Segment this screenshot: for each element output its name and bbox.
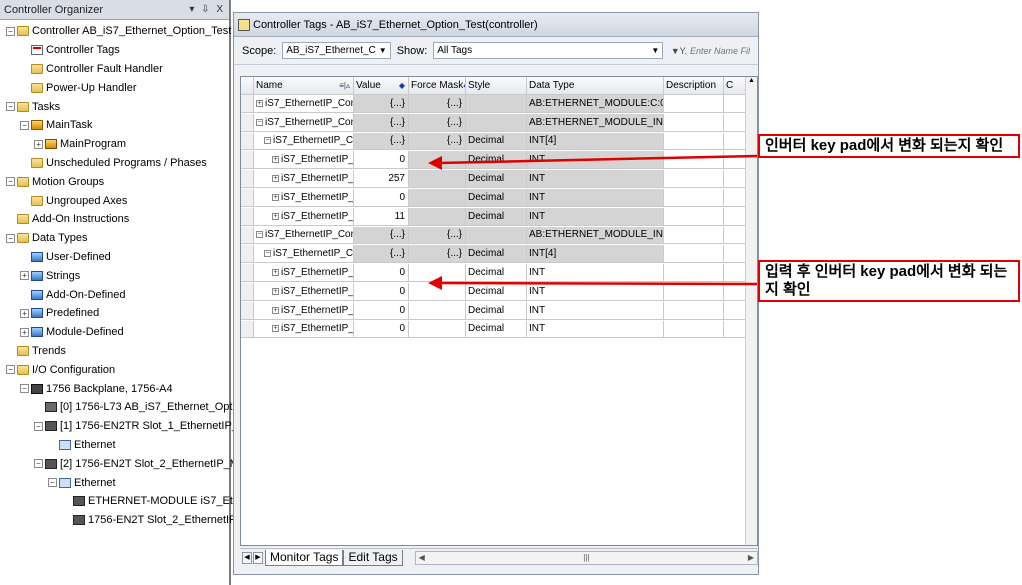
annotation-arrows: [428, 154, 758, 290]
annotation-arrow-2: [437, 281, 758, 286]
annotation-arrow-2-head: [428, 276, 442, 290]
annotation-arrow-1: [437, 154, 758, 165]
annotation-arrow-1-head: [428, 156, 442, 170]
